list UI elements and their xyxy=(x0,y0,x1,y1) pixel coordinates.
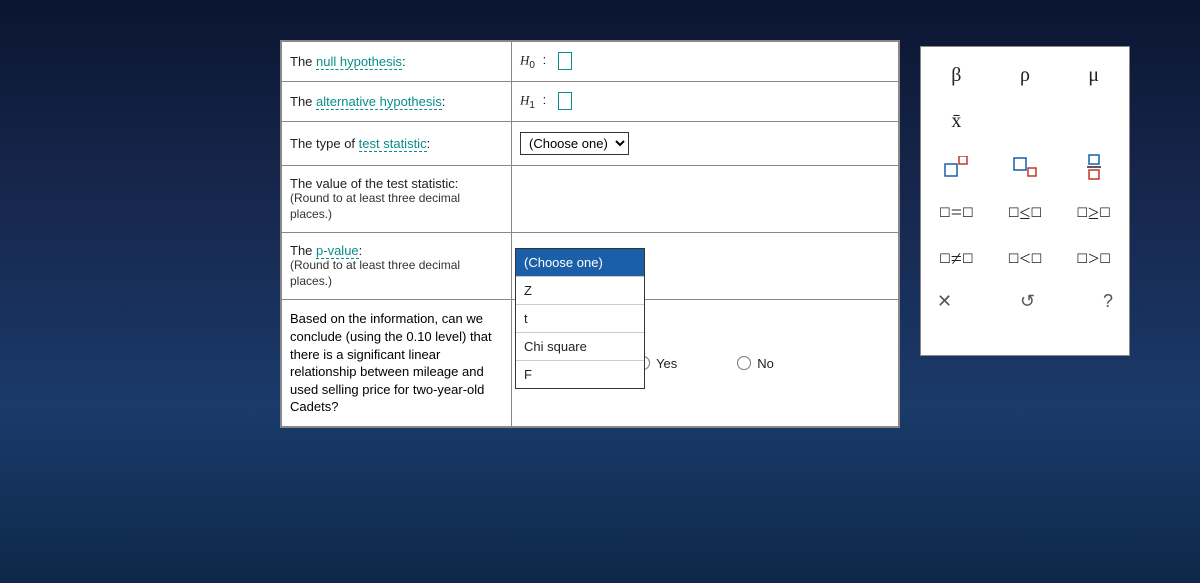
conclusion-text: Based on the information, can we conclud… xyxy=(282,300,512,426)
dropdown-option-t[interactable]: t xyxy=(516,305,644,333)
null-hypothesis-cell: H0 : xyxy=(512,42,899,82)
test-statistic-link[interactable]: test statistic xyxy=(359,136,427,152)
null-hypothesis-input[interactable] xyxy=(558,52,572,70)
p-value-link[interactable]: p-value xyxy=(316,243,359,259)
symbol-superscript[interactable] xyxy=(931,149,982,185)
test-value-cell[interactable] xyxy=(512,166,899,233)
alt-hypothesis-link[interactable]: alternative hypothesis xyxy=(316,94,442,110)
clear-button[interactable]: ✕ xyxy=(937,291,952,312)
symbol-mu[interactable]: μ xyxy=(1068,57,1119,93)
symbol-blank1 xyxy=(1000,103,1051,139)
symbol-subscript[interactable] xyxy=(1000,149,1051,185)
dropdown-option-f[interactable]: F xyxy=(516,361,644,388)
symbol-blank2 xyxy=(1068,103,1119,139)
symbol-le[interactable]: ☐≤☐ xyxy=(1000,195,1051,231)
symbol-palette: β ρ μ x̄ ☐=☐ ☐≤☐ ☐≥☐ ☐≠☐ ☐<☐ ☐>☐ xyxy=(920,46,1130,356)
dropdown-option-z[interactable]: Z xyxy=(516,277,644,305)
alt-hypothesis-input[interactable] xyxy=(558,92,572,110)
dropdown-option-chi[interactable]: Chi square xyxy=(516,333,644,361)
symbol-lt[interactable]: ☐<☐ xyxy=(1000,241,1051,277)
reset-button[interactable]: ↺ xyxy=(1020,291,1035,312)
symbol-rho[interactable]: ρ xyxy=(1000,57,1051,93)
null-hypothesis-label: The null hypothesis: xyxy=(282,42,512,82)
symbol-ge[interactable]: ☐≥☐ xyxy=(1068,195,1119,231)
dropdown-option-choose[interactable]: (Choose one) xyxy=(516,249,644,277)
symbol-xbar[interactable]: x̄ xyxy=(931,103,982,139)
radio-no[interactable]: No xyxy=(737,356,774,371)
symbol-fraction[interactable] xyxy=(1068,149,1119,185)
test-value-label: The value of the test statistic: (Round … xyxy=(282,166,512,233)
test-statistic-dropdown: (Choose one) Z t Chi square F xyxy=(515,248,645,389)
test-statistic-label: The type of test statistic: xyxy=(282,122,512,166)
symbol-beta[interactable]: β xyxy=(931,57,982,93)
alt-hypothesis-label: The alternative hypothesis: xyxy=(282,82,512,122)
test-statistic-cell: (Choose one) xyxy=(512,122,899,166)
symbol-ne[interactable]: ☐≠☐ xyxy=(931,241,982,277)
p-value-label: The p-value: (Round to at least three de… xyxy=(282,233,512,300)
help-button[interactable]: ? xyxy=(1103,291,1113,312)
symbol-equals[interactable]: ☐=☐ xyxy=(931,195,982,231)
alt-hypothesis-cell: H1 : xyxy=(512,82,899,122)
null-hypothesis-link[interactable]: null hypothesis xyxy=(316,54,402,70)
symbol-gt[interactable]: ☐>☐ xyxy=(1068,241,1119,277)
test-statistic-select[interactable]: (Choose one) xyxy=(520,132,629,155)
